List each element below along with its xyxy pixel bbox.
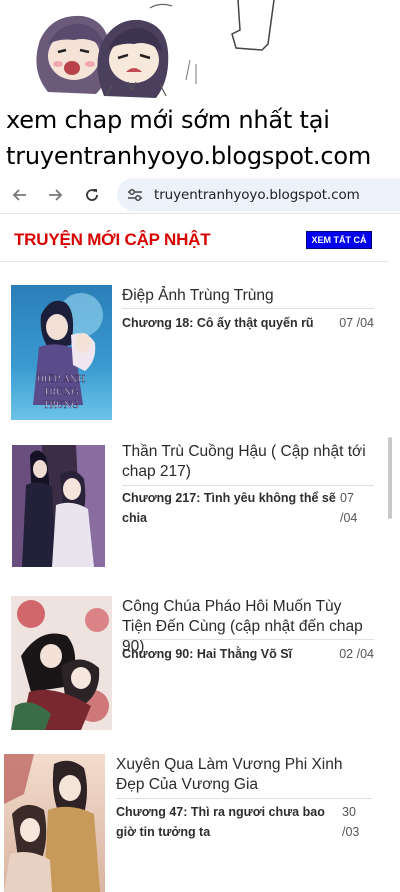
promo-text-line-1: xem chap mới sớm nhất tại: [6, 106, 330, 134]
comic-chapter-4[interactable]: Chương 47: Thì ra ngươi chưa bao giờ tin…: [116, 802, 338, 842]
comic-cover-4[interactable]: [4, 754, 105, 892]
comic-chapter-1[interactable]: Chương 18: Cô ấy thật quyến rũ: [122, 313, 332, 333]
promo-text-line-2: truyentranhyoyo.blogspot.com: [6, 142, 371, 170]
reload-icon: [86, 189, 98, 201]
arrow-left-icon: [12, 189, 26, 201]
section-divider: [0, 261, 388, 262]
comic-chapter-2[interactable]: Chương 217: Tình yêu không thể sẽ chia: [122, 488, 336, 528]
url-text: truyentranhyoyo.blogspot.com: [154, 186, 360, 203]
comic-date-2: 07 /04: [340, 491, 358, 525]
cover-title-line-3: TRÙNG: [43, 399, 78, 411]
comic-cover-1[interactable]: ĐIỆP ẢNH TRÙNG TRÙNG: [11, 285, 112, 420]
cover-title-line-2: TRÙNG: [43, 386, 78, 398]
tune-icon[interactable]: [126, 186, 144, 204]
comic-title-2[interactable]: Thần Trù Cuồng Hậu ( Cập nhật tới chap 2…: [122, 442, 374, 482]
comic-date-3: 02 /04: [339, 647, 374, 661]
item-separator: [122, 639, 374, 640]
comic-cover-3[interactable]: [11, 596, 112, 730]
chibi-characters-illustration: [36, 0, 275, 98]
address-bar[interactable]: truyentranhyoyo.blogspot.com: [117, 178, 400, 211]
scrollbar-thumb[interactable]: [388, 437, 392, 519]
reload-button[interactable]: [81, 184, 103, 206]
comic-title-1[interactable]: Điệp Ảnh Trùng Trùng: [122, 286, 374, 306]
back-button[interactable]: [9, 184, 31, 206]
comic-date-1: 07 /04: [339, 316, 374, 330]
browser-toolbar: truyentranhyoyo.blogspot.com: [0, 176, 400, 214]
comic-chapter-3[interactable]: Chương 90: Hai Thằng Võ Sĩ: [122, 644, 332, 664]
item-separator: [122, 485, 374, 486]
comic-cover-2[interactable]: [12, 445, 105, 567]
comic-title-4[interactable]: Xuyên Qua Làm Vương Phi Xinh Đẹp Của Vươ…: [116, 755, 372, 795]
comic-date-4: 30 /03: [342, 805, 360, 839]
forward-button[interactable]: [44, 184, 66, 206]
section-title: TRUYỆN MỚI CẬP NHẬT: [14, 230, 211, 249]
item-separator: [122, 308, 374, 309]
see-all-button[interactable]: XEM TẤT CẢ: [306, 231, 372, 249]
promo-banner: xem chap mới sớm nhất tại truyentranhyoy…: [0, 0, 400, 175]
item-separator: [116, 798, 372, 799]
arrow-right-icon: [49, 189, 63, 201]
